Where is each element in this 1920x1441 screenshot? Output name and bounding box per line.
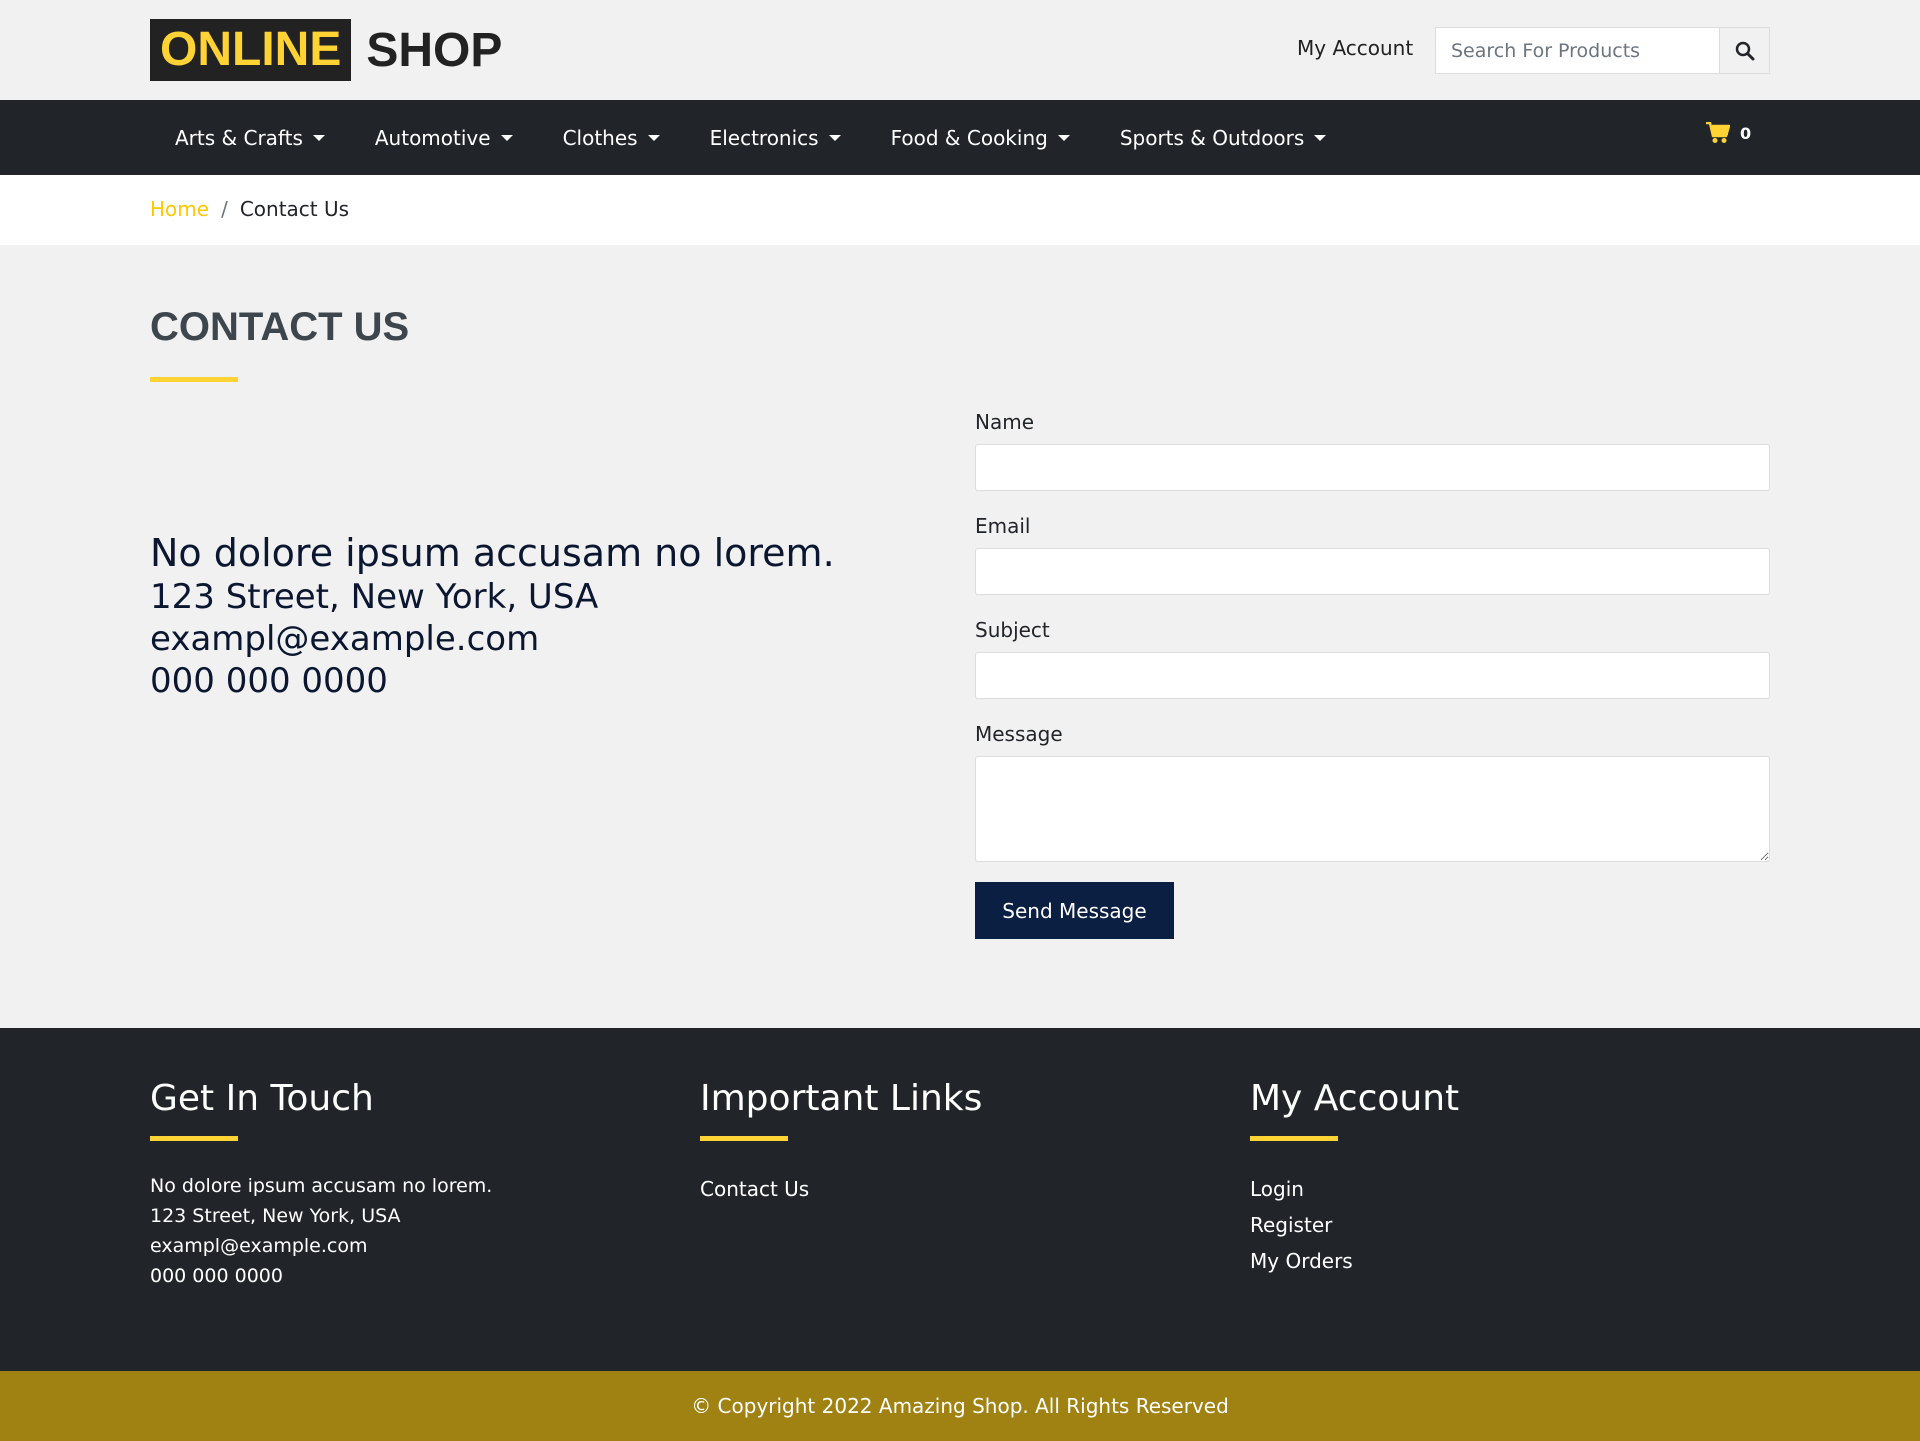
footer-link-my-orders[interactable]: My Orders — [1250, 1243, 1459, 1279]
contact-form: Name Email Subject Message Send Message — [975, 410, 1770, 939]
chevron-down-icon — [647, 134, 660, 141]
footer-important-links: Important Links Contact Us — [700, 1078, 982, 1207]
message-label: Message — [975, 722, 1063, 746]
footer-email: exampl@example.com — [150, 1235, 368, 1257]
breadcrumb-current: Contact Us — [239, 197, 350, 221]
footer-underline — [150, 1136, 238, 1141]
footer-underline — [1250, 1136, 1338, 1141]
copyright-text: © Copyright 2022 Amazing Shop. All Right… — [691, 1394, 1229, 1418]
search-input[interactable] — [1435, 27, 1719, 74]
logo-highlight: ONLINE — [150, 19, 352, 81]
nav-item-label: Clothes — [562, 125, 638, 150]
title-underline — [150, 377, 238, 382]
nav-item-label: Electronics — [709, 125, 819, 150]
message-field[interactable] — [975, 756, 1770, 862]
chevron-down-icon — [500, 134, 513, 141]
footer-heading: My Account — [1250, 1078, 1460, 1119]
footer-get-in-touch: Get In Touch No dolore ipsum accusam no … — [150, 1078, 492, 1291]
search-button[interactable] — [1719, 27, 1770, 74]
nav-item-label: Arts & Crafts — [175, 125, 303, 150]
nav-item-clothes[interactable]: Clothes — [538, 126, 685, 150]
chevron-down-icon — [828, 134, 841, 141]
top-bar: ONLINE SHOP My Account — [0, 0, 1920, 100]
breadcrumb: Home / Contact Us — [150, 197, 349, 221]
contact-phone: 000 000 0000 — [150, 661, 388, 701]
search-bar — [1435, 27, 1770, 74]
nav-menu: Arts & Crafts Automotive Clothes Electro… — [150, 100, 1351, 175]
chevron-down-icon — [1314, 134, 1327, 141]
nav-item-label: Sports & Outdoors — [1119, 125, 1305, 150]
email-field[interactable] — [975, 548, 1770, 595]
chevron-down-icon — [1057, 134, 1070, 141]
footer-link-contact-us[interactable]: Contact Us — [700, 1171, 982, 1207]
main-navbar: Arts & Crafts Automotive Clothes Electro… — [0, 100, 1920, 175]
subject-label: Subject — [975, 618, 1050, 642]
nav-item-sports-outdoors[interactable]: Sports & Outdoors — [1095, 126, 1352, 150]
cart-count: 0 — [1740, 123, 1752, 143]
subject-field[interactable] — [975, 652, 1770, 699]
nav-item-automotive[interactable]: Automotive — [350, 126, 538, 150]
nav-item-arts-crafts[interactable]: Arts & Crafts — [150, 126, 350, 150]
chevron-down-icon — [312, 134, 325, 141]
nav-item-food-cooking[interactable]: Food & Cooking — [866, 126, 1095, 150]
contact-info: No dolore ipsum accusam no lorem. 123 St… — [150, 530, 835, 702]
breadcrumb-bar: Home / Contact Us — [0, 175, 1920, 245]
footer-link-login[interactable]: Login — [1250, 1171, 1459, 1207]
nav-item-label: Automotive — [374, 125, 491, 150]
footer-address: 123 Street, New York, USA — [150, 1205, 401, 1227]
email-label: Email — [975, 514, 1031, 538]
footer-my-account: My Account Login Register My Orders — [1250, 1078, 1459, 1279]
footer-heading: Important Links — [700, 1078, 983, 1119]
page-title: CONTACT US — [150, 305, 410, 349]
footer-link-register[interactable]: Register — [1250, 1207, 1459, 1243]
breadcrumb-home-link[interactable]: Home — [150, 197, 209, 221]
footer: Get In Touch No dolore ipsum accusam no … — [0, 1028, 1920, 1371]
footer-heading: Get In Touch — [150, 1078, 374, 1119]
footer-tagline: No dolore ipsum accusam no lorem. — [150, 1175, 493, 1197]
contact-email: exampl@example.com — [150, 619, 540, 659]
breadcrumb-separator: / — [221, 197, 228, 221]
name-field[interactable] — [975, 444, 1770, 491]
footer-phone: 000 000 0000 — [150, 1265, 283, 1287]
nav-item-label: Food & Cooking — [890, 125, 1048, 150]
my-account-link[interactable]: My Account — [1297, 36, 1413, 60]
cart-icon — [1706, 122, 1730, 143]
search-icon — [1735, 41, 1754, 60]
contact-address: 123 Street, New York, USA — [150, 577, 599, 617]
footer-underline — [700, 1136, 788, 1141]
contact-tagline: No dolore ipsum accusam no lorem. — [150, 531, 835, 575]
logo-text: SHOP — [366, 23, 503, 77]
name-label: Name — [975, 410, 1035, 434]
copyright-bar: © Copyright 2022 Amazing Shop. All Right… — [0, 1371, 1920, 1441]
send-message-button[interactable]: Send Message — [975, 882, 1174, 939]
nav-item-electronics[interactable]: Electronics — [685, 126, 866, 150]
logo[interactable]: ONLINE SHOP — [150, 19, 502, 81]
cart-button[interactable]: 0 — [1706, 122, 1751, 144]
